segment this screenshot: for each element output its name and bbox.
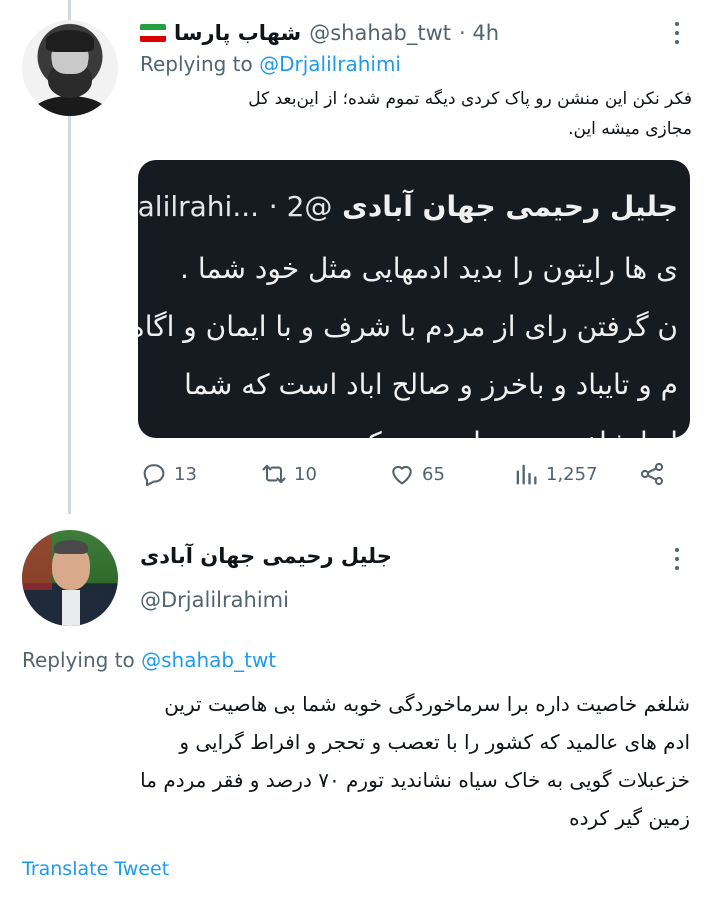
retweet-count: 10: [294, 463, 317, 485]
views-chart-icon: [516, 464, 537, 485]
tweet1-time[interactable]: · 4h: [459, 21, 499, 45]
replying-handle-link[interactable]: @shahab_twt: [141, 648, 276, 672]
avatar-jalil[interactable]: [22, 530, 118, 626]
tweet2-replying-to: Replying to @shahab_twt: [22, 648, 276, 672]
iran-flag-icon: [140, 24, 166, 42]
reply-count: 13: [174, 463, 197, 485]
retweet-button[interactable]: 10: [260, 454, 317, 494]
tweet1-text-line: مجازی میشه این.: [568, 119, 692, 139]
tweet1-display-name[interactable]: شهاب پارسا: [174, 21, 301, 45]
retweet-icon: [262, 464, 286, 484]
tweet1-text-line: فکر نکن این منشن رو پاک کردی دیگه تموم ش…: [248, 89, 692, 109]
tweet2-handle[interactable]: @Drjalilrahimi: [140, 588, 289, 612]
tweet1-action-bar: 13 10 65 1,257: [140, 454, 680, 494]
like-button[interactable]: 65: [388, 454, 445, 494]
quote-text-line: ن گرفتن رای از مردم با شرف و با ایمان و …: [138, 310, 678, 343]
views-count: 1,257: [546, 463, 598, 485]
tweet1-replying-to: Replying to @Drjalilrahimi: [140, 52, 401, 76]
heart-icon: [392, 465, 412, 485]
tweet2-more-icon[interactable]: [666, 544, 688, 574]
tweet2-display-name[interactable]: جلیل رحیمی جهان آبادی: [140, 544, 392, 568]
tweet1-text: فکر نکن این منشن رو پاک کردی دیگه تموم ش…: [180, 84, 692, 144]
quote-text-line: ی ها رایتون را بدید ادمهایی مثل خود شما …: [180, 252, 678, 285]
tweet2-text-line: زمین گیر کرده: [569, 806, 690, 830]
views-button[interactable]: 1,257: [512, 454, 598, 494]
quote-time: · 2: [268, 190, 305, 223]
quoted-tweet-screenshot[interactable]: جلیل رحیمی جهان آبادی @Drjalilrahi... · …: [138, 160, 690, 438]
translate-tweet-link[interactable]: Translate Tweet: [22, 858, 169, 880]
reply-icon: [143, 464, 165, 487]
quote-handle: @Drjalilrahi...: [138, 190, 333, 223]
replying-handle-link[interactable]: @Drjalilrahimi: [259, 52, 401, 76]
quote-text-line: ا را شلغم هم‌حساب نمی کنند: [337, 426, 678, 438]
tweet2-text-line: خزعبلات گویی به خاک سیاه نشاندید تورم ۷۰…: [140, 768, 690, 792]
tweet2-text-line: ادم های عالمید که کشور را با تعصب و تحجر…: [179, 730, 690, 754]
tweet2-text-line: شلغم خاصیت داره برا سرماخوردگی خوبه شما …: [164, 692, 690, 716]
tweet1-header: شهاب پارسا @shahab_twt · 4h: [140, 18, 499, 48]
quote-text-line: م و تایباد و باخرز و صالح اباد است که شم…: [184, 368, 678, 401]
quote-display-name: جلیل رحیمی جهان آبادی: [342, 190, 678, 223]
share-button[interactable]: [638, 454, 666, 494]
like-count: 65: [422, 463, 445, 485]
avatar-shahab[interactable]: [22, 20, 118, 116]
replying-prefix: Replying to: [140, 52, 260, 76]
tweet1-handle[interactable]: @shahab_twt: [309, 21, 451, 45]
tweet2-text: شلغم خاصیت داره برا سرماخوردگی خوبه شما …: [22, 685, 690, 837]
share-icon: [640, 462, 664, 486]
reply-button[interactable]: 13: [140, 454, 197, 494]
replying-prefix: Replying to: [22, 648, 142, 672]
tweet1-more-icon[interactable]: [666, 18, 688, 48]
quote-header: جلیل رحیمی جهان آبادی @Drjalilrahi... · …: [138, 190, 678, 223]
